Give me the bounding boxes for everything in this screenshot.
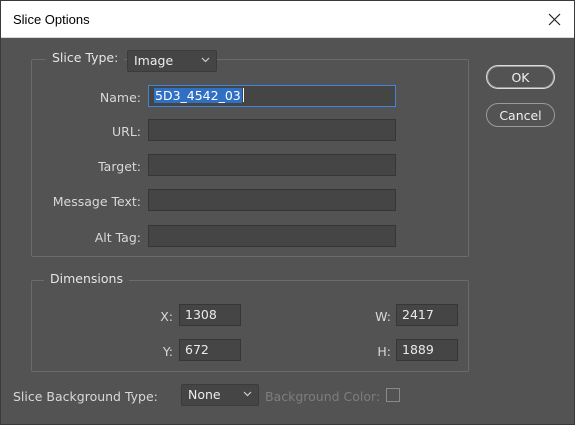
background-color-label: Background Color: <box>265 389 381 404</box>
background-type-label: Slice Background Type: <box>13 389 158 404</box>
name-field[interactable]: 5D3_4542_03 <box>148 85 396 107</box>
cancel-button-label: Cancel <box>499 107 542 123</box>
alt-tag-label: Alt Tag: <box>94 230 141 245</box>
title-bar: Slice Options <box>1 1 574 38</box>
x-label: X: <box>160 309 173 324</box>
dialog-title: Slice Options <box>13 12 90 27</box>
y-field[interactable]: 672 <box>179 339 241 361</box>
h-field[interactable]: 1889 <box>396 339 458 361</box>
w-field[interactable]: 2417 <box>396 304 458 326</box>
ok-button-label: OK <box>511 69 530 85</box>
background-type-dropdown[interactable]: None <box>181 384 259 406</box>
slice-type-value: Image <box>134 53 174 68</box>
background-type-value: None <box>188 387 221 402</box>
slice-type-label: Slice Type: <box>52 50 119 65</box>
name-label: Name: <box>99 90 141 105</box>
dimensions-label: Dimensions <box>50 271 123 286</box>
cancel-button[interactable]: Cancel <box>486 103 555 127</box>
target-label: Target: <box>98 159 141 174</box>
w-label: W: <box>375 309 391 324</box>
message-text-field[interactable] <box>148 189 396 211</box>
background-color-swatch[interactable] <box>386 388 400 402</box>
name-field-value: 5D3_4542_03 <box>154 88 242 103</box>
slice-type-legend: Slice Type: <box>46 50 125 65</box>
slice-options-dialog: Slice Options Slice Type: Image Name: 5D… <box>0 0 575 425</box>
close-icon <box>548 13 560 26</box>
url-label: URL: <box>111 124 141 139</box>
message-text-label: Message Text: <box>52 194 141 209</box>
h-label: H: <box>377 344 391 359</box>
y-label: Y: <box>162 344 173 359</box>
text-caret <box>242 88 244 102</box>
url-field[interactable] <box>148 119 396 141</box>
chevron-down-icon <box>201 57 210 63</box>
ok-button[interactable]: OK <box>486 65 555 89</box>
x-field[interactable]: 1308 <box>179 304 241 326</box>
slice-type-dropdown[interactable]: Image <box>127 50 217 72</box>
target-field[interactable] <box>148 154 396 176</box>
alt-tag-field[interactable] <box>148 225 396 247</box>
dimensions-legend: Dimensions <box>44 271 129 286</box>
close-button[interactable] <box>534 1 574 38</box>
chevron-down-icon <box>243 391 252 397</box>
